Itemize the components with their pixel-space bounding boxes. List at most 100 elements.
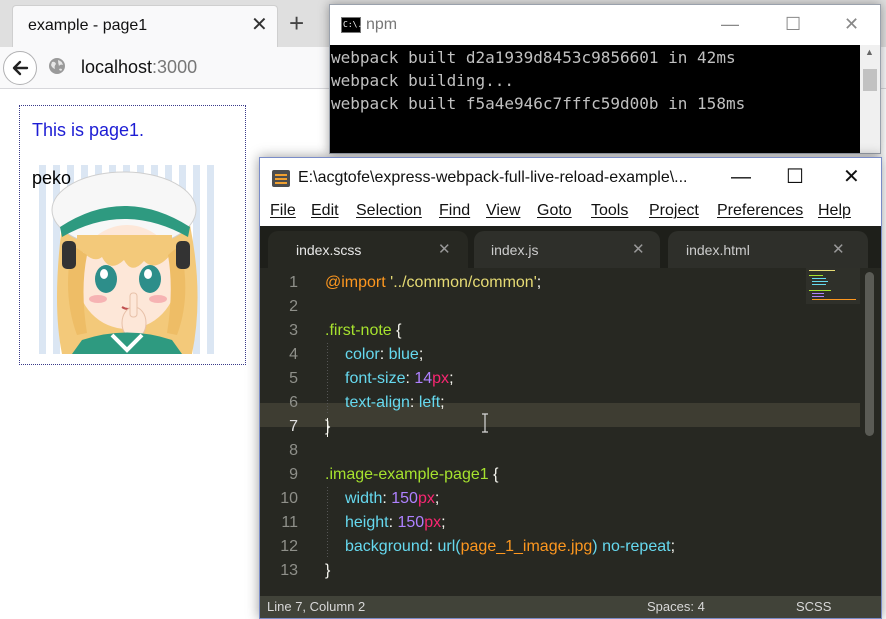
unit: px — [424, 514, 442, 531]
property: color — [345, 346, 380, 363]
colon: : — [382, 490, 392, 507]
tab-index-html[interactable]: index.html ✕ — [668, 231, 868, 268]
minimap[interactable] — [806, 268, 860, 304]
line-number-gutter: 1 2 3 4 5 6 7 8 9 10 11 12 13 — [260, 268, 308, 596]
sublime-tabbar: index.scss ✕ index.js ✕ index.html ✕ — [260, 226, 881, 268]
semicolon: ; — [418, 346, 424, 363]
url-port: :3000 — [152, 57, 198, 77]
console-line: webpack building... — [331, 71, 515, 90]
sublime-window-title: E:\acgtofe\express-webpack-full-live-rel… — [298, 169, 688, 186]
selector: .first-note — [325, 322, 392, 339]
code-line: @import '../common/common'; — [325, 271, 541, 295]
property: height — [345, 514, 389, 531]
indent-guide — [327, 487, 328, 559]
code-line: text-align: left; — [345, 391, 445, 415]
sublime-titlebar: E:\acgtofe\express-webpack-full-live-rel… — [260, 158, 881, 198]
tab-label: index.js — [491, 242, 539, 258]
close-icon[interactable]: ✕ — [438, 240, 451, 258]
syntax-mode[interactable]: SCSS — [796, 596, 831, 618]
paren: ) — [592, 538, 598, 555]
page-container: This is page1. peko — [19, 105, 246, 365]
console-output: webpack built d2a1939d8453c9856601 in 42… — [330, 45, 860, 153]
npm-console-window: C:\. npm — ☐ ✕ webpack built d2a1939d845… — [329, 4, 881, 154]
code-editor[interactable]: 1 2 3 4 5 6 7 8 9 10 11 12 13 @import '.… — [260, 268, 881, 596]
menu-goto[interactable]: Goto — [537, 202, 572, 220]
minimize-icon[interactable]: — — [731, 166, 751, 188]
editor-scroll-thumb[interactable] — [865, 272, 874, 436]
indent-guide — [327, 343, 328, 415]
line-number: 2 — [289, 298, 298, 315]
url-bar[interactable]: localhost:3000 — [81, 57, 197, 78]
menu-selection[interactable]: Selection — [356, 202, 422, 220]
url-host: localhost — [81, 57, 153, 77]
line-number: 13 — [280, 562, 298, 579]
code-line: .first-note { — [325, 319, 401, 343]
code-line: font-size: 14px; — [345, 367, 454, 391]
maximize-icon[interactable]: ☐ — [785, 14, 801, 34]
console-title: npm — [366, 16, 398, 33]
line-number: 4 — [289, 346, 298, 363]
sublime-menubar: File Edit Selection Find View Goto Tools… — [260, 198, 881, 226]
maximize-icon[interactable]: ☐ — [786, 166, 804, 188]
sublime-app-icon — [272, 170, 290, 187]
close-icon[interactable]: ✕ — [251, 15, 268, 35]
property: text-align — [345, 394, 410, 411]
text-cursor — [327, 418, 328, 437]
console-scroll-thumb[interactable] — [863, 69, 877, 91]
back-arrow-icon — [12, 60, 29, 76]
menu-find[interactable]: Find — [439, 202, 470, 220]
code-line: background: url(page_1_image.jpg) no-rep… — [345, 535, 675, 559]
semicolon: ; — [440, 394, 445, 411]
tab-label: index.html — [686, 242, 750, 258]
indentation-setting[interactable]: Spaces: 4 — [647, 596, 705, 618]
close-icon[interactable]: ✕ — [632, 240, 645, 258]
peko-label: peko — [32, 168, 72, 188]
close-icon[interactable]: ✕ — [844, 14, 859, 34]
semicolon: ; — [441, 514, 446, 531]
sublime-statusbar: Line 7, Column 2 Spaces: 4 SCSS — [260, 596, 881, 618]
code-line: } — [325, 559, 330, 583]
anime-girl-image — [32, 165, 219, 354]
semicolon: ; — [536, 274, 542, 291]
line-number: 10 — [280, 490, 298, 507]
semicolon: ; — [670, 538, 676, 555]
property: background — [345, 538, 429, 555]
brace: { — [391, 322, 402, 339]
line-number: 12 — [280, 538, 298, 555]
plus-icon[interactable]: + — [289, 10, 304, 36]
back-button[interactable] — [3, 51, 37, 85]
number: 150 — [391, 490, 418, 507]
menu-file[interactable]: File — [270, 202, 296, 220]
code-line: color: blue; — [345, 343, 423, 367]
number: 150 — [397, 514, 425, 531]
colon: : — [379, 346, 389, 363]
selector: .image-example-page1 — [325, 466, 489, 483]
cmd-icon: C:\. — [341, 17, 362, 33]
editor-scrollbar[interactable] — [860, 268, 881, 596]
browser-tab-title: example - page1 — [28, 17, 148, 34]
string: '../common/common' — [390, 274, 537, 291]
tab-index-js[interactable]: index.js ✕ — [474, 231, 660, 268]
console-titlebar: C:\. npm — ☐ ✕ — [330, 5, 880, 45]
brace: { — [488, 466, 499, 483]
property: font-size — [345, 370, 406, 387]
ibeam-cursor-icon — [482, 413, 488, 433]
browser-tab[interactable]: example - page1 ✕ — [12, 5, 278, 47]
console-scrollbar[interactable]: ▲ — [860, 45, 880, 153]
number: 14 — [414, 370, 433, 387]
menu-help[interactable]: Help — [818, 202, 851, 220]
close-icon[interactable]: ✕ — [843, 166, 860, 188]
menu-tools[interactable]: Tools — [591, 202, 628, 220]
line-number: 5 — [289, 370, 298, 387]
menu-view[interactable]: View — [486, 202, 520, 220]
menu-edit[interactable]: Edit — [311, 202, 339, 220]
minimize-icon[interactable]: — — [721, 14, 739, 34]
console-line: webpack built f5a4e946c7fffc59d00b in 15… — [331, 94, 746, 113]
cursor-position: Line 7, Column 2 — [267, 599, 366, 614]
menu-preferences[interactable]: Preferences — [717, 202, 803, 220]
close-icon[interactable]: ✕ — [832, 240, 845, 258]
tab-index-scss[interactable]: index.scss ✕ — [268, 231, 468, 268]
scroll-up-icon[interactable]: ▲ — [865, 47, 874, 57]
unit: px — [417, 490, 435, 507]
menu-project[interactable]: Project — [649, 202, 699, 220]
